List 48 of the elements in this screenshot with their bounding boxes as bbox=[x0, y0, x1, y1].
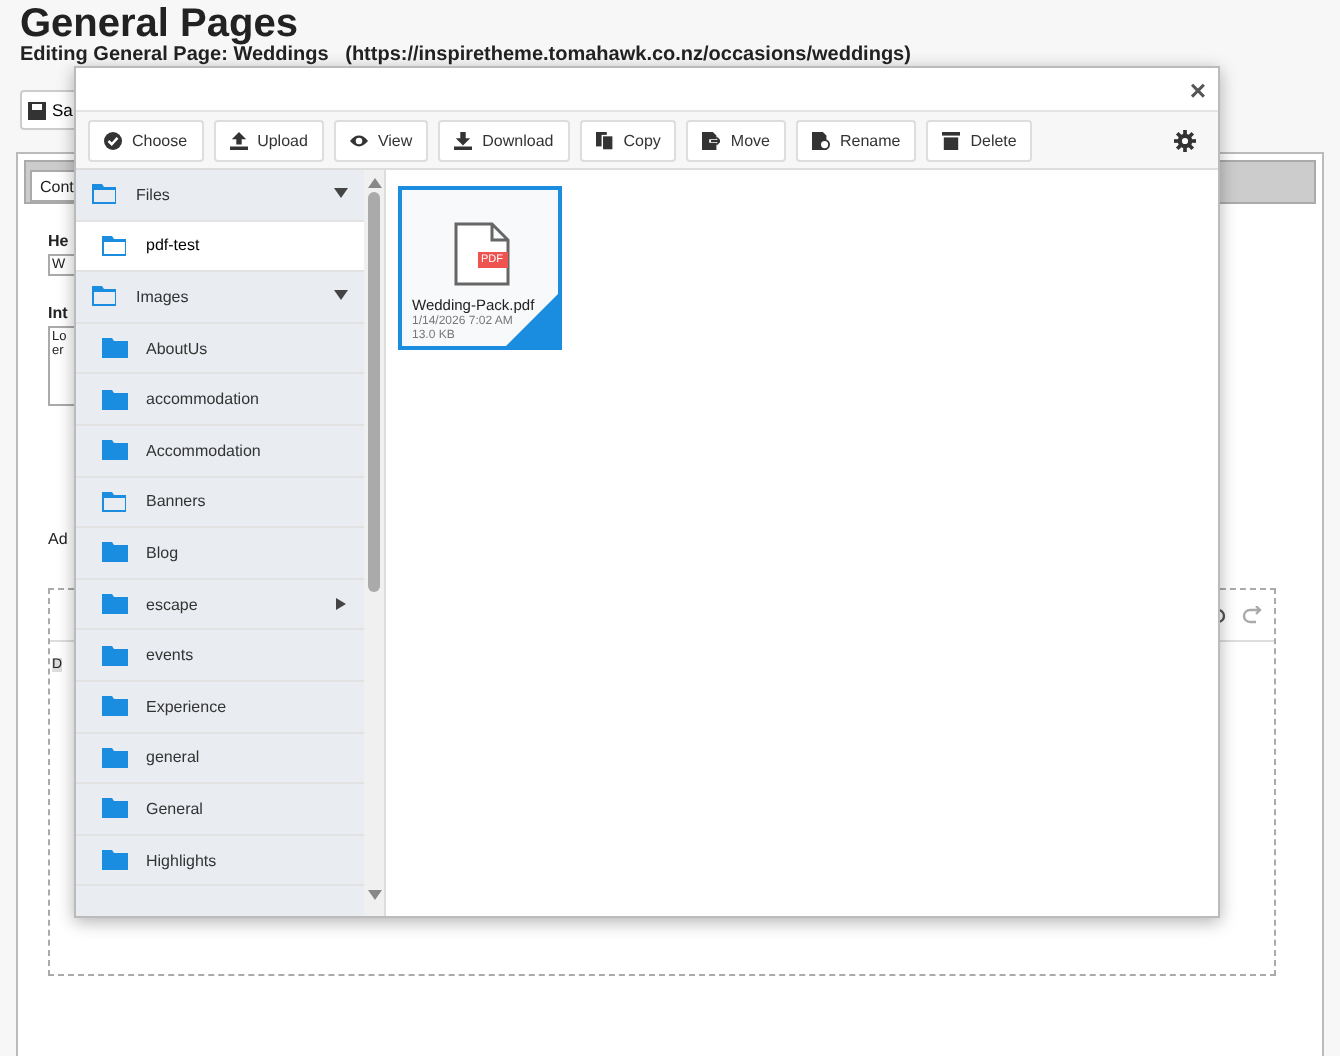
toolbar-button[interactable]: View bbox=[333, 119, 429, 161]
toolbar-button[interactable]: Delete bbox=[926, 119, 1033, 161]
field-label: Ad bbox=[48, 530, 68, 548]
trash-icon bbox=[942, 131, 961, 149]
copy-icon bbox=[595, 131, 614, 149]
folder-icon bbox=[102, 440, 128, 461]
folder-tree-item[interactable]: general bbox=[76, 733, 364, 785]
settings-icon[interactable] bbox=[1174, 129, 1196, 151]
folder-icon bbox=[102, 850, 128, 871]
caret-icon[interactable] bbox=[334, 598, 348, 611]
toolbar-button[interactable]: Upload bbox=[213, 119, 324, 161]
scroll-down-icon[interactable] bbox=[367, 890, 381, 900]
move-icon bbox=[702, 131, 721, 149]
folder-icon bbox=[102, 389, 128, 410]
folder-tree-item[interactable]: Banners bbox=[76, 477, 364, 529]
upload-icon bbox=[229, 131, 248, 149]
toolbar-button[interactable]: Download bbox=[438, 119, 570, 161]
page-title: General Pages bbox=[20, 4, 298, 44]
open-folder-icon bbox=[92, 184, 118, 205]
scroll-up-icon[interactable] bbox=[367, 178, 381, 188]
folder-icon bbox=[102, 645, 128, 666]
open-folder-icon bbox=[102, 491, 128, 512]
folder-icon bbox=[102, 542, 128, 563]
save-icon bbox=[28, 101, 46, 119]
rename-icon bbox=[811, 131, 830, 149]
folder-icon bbox=[102, 747, 128, 768]
toolbar-button[interactable]: Move bbox=[686, 119, 786, 161]
folder-icon bbox=[102, 594, 128, 615]
document-icon bbox=[453, 222, 509, 286]
page-subtitle: Editing General Page: Weddings (https://inspiretheme.tomahawk.co.nz/occasions/weddings) bbox=[20, 44, 913, 66]
open-folder-icon bbox=[102, 235, 128, 256]
toolbar-button[interactable]: Choose bbox=[88, 119, 204, 161]
open-folder-icon bbox=[92, 286, 118, 307]
folder-icon bbox=[102, 696, 128, 717]
close-button[interactable]: × bbox=[1189, 73, 1206, 105]
field-label: Int bbox=[48, 304, 68, 322]
folder-tree-item[interactable]: pdf-test bbox=[76, 221, 364, 273]
toolbar-button[interactable]: Copy bbox=[579, 119, 677, 161]
download-icon bbox=[454, 131, 473, 149]
caret-icon[interactable] bbox=[334, 188, 348, 201]
toolbar-button[interactable]: Rename bbox=[795, 119, 917, 161]
folder-icon bbox=[102, 798, 128, 819]
caret-icon[interactable] bbox=[334, 290, 348, 303]
check-icon bbox=[104, 131, 122, 149]
folder-tree-item[interactable]: Highlights bbox=[76, 835, 364, 887]
folder-icon bbox=[102, 338, 128, 359]
eye-icon bbox=[349, 131, 368, 149]
field-label: He bbox=[48, 232, 69, 250]
